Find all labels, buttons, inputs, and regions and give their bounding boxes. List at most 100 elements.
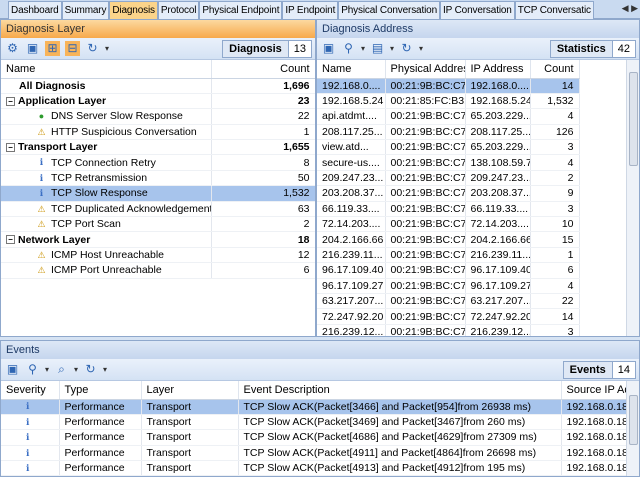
- tree-row[interactable]: ⚠ TCP Port Scan 2: [1, 216, 315, 233]
- event-row[interactable]: ℹ Performance Transport TCP Slow ACK(Packet…: [1, 445, 628, 462]
- vertical-scrollbar[interactable]: [626, 381, 639, 476]
- cell-ip-address: 216.239.11...: [465, 247, 531, 264]
- row-count: 50: [211, 170, 315, 187]
- table-row[interactable]: 66.119.33....00:21:9B:BC:C7...66.119.33.…: [317, 201, 580, 218]
- diagnosis-address-panel: Diagnosis Address ▣ ⚲ ▾ ▤ ▾ ↻ ▾ Statistics 4…: [316, 19, 640, 337]
- settings-icon[interactable]: ⚙: [5, 41, 20, 56]
- tab-tcp-conversatic[interactable]: TCP Conversatic: [514, 1, 594, 19]
- tree-row[interactable]: ⚠ ICMP Host Unreachable 12: [1, 247, 315, 264]
- collapse-toggle-icon[interactable]: −: [6, 235, 15, 245]
- tree-row[interactable]: ℹ TCP Retransmission 50: [1, 170, 315, 187]
- column-header-physical-address[interactable]: Physical Address: [385, 60, 466, 79]
- column-header-count[interactable]: Count: [211, 60, 315, 79]
- tab-ip-conversation[interactable]: IP Conversation: [440, 1, 515, 19]
- tab-physical-endpoint[interactable]: Physical Endpoint: [199, 1, 283, 19]
- table-row[interactable]: 209.247.23...00:21:9B:BC:C7...209.247.23…: [317, 170, 580, 187]
- chevron-down-icon[interactable]: ▾: [103, 365, 107, 374]
- tree-row[interactable]: ● DNS Server Slow Response 22: [1, 108, 315, 125]
- refresh-icon[interactable]: ↻: [399, 41, 414, 56]
- tab-diagnosis[interactable]: Diagnosis: [109, 1, 158, 19]
- tab-summary[interactable]: Summary: [61, 1, 110, 19]
- counter-label: Statistics: [550, 41, 613, 57]
- warning-icon: ⚠: [37, 203, 46, 214]
- expand-icon[interactable]: ⊞: [45, 41, 60, 56]
- tree-cell-name: ℹ TCP Slow Response: [1, 185, 212, 202]
- tab-scroll-arrows[interactable]: ◀ ▶: [622, 3, 638, 14]
- cell-name: 208.117.25...: [317, 124, 386, 141]
- tree-row[interactable]: − Application Layer 23: [1, 93, 315, 110]
- chevron-down-icon[interactable]: ▾: [419, 44, 423, 53]
- table-row[interactable]: 96.17.109.2700:21:9B:BC:C7...96.17.109.2…: [317, 278, 580, 294]
- row-count: 1,655: [211, 139, 315, 156]
- column-header-name[interactable]: Name: [317, 60, 386, 79]
- cell-type: Performance: [59, 445, 142, 462]
- table-row[interactable]: 192.168.0....00:21:9B:BC:C7...192.168.0.…: [317, 78, 580, 94]
- refresh-icon[interactable]: ↻: [83, 362, 98, 377]
- table-row[interactable]: api.atdmt....00:21:9B:BC:C7...65.203.229…: [317, 108, 580, 125]
- export-icon[interactable]: ▣: [321, 41, 336, 56]
- table-row[interactable]: 208.117.25...00:21:9B:BC:C7...208.117.25…: [317, 124, 580, 141]
- column-header-type[interactable]: Type: [59, 381, 142, 400]
- event-row[interactable]: ℹ Performance Transport TCP Slow ACK(Packet…: [1, 429, 628, 446]
- chevron-down-icon[interactable]: ▾: [390, 44, 394, 53]
- table-row[interactable]: 203.208.37...00:21:9B:BC:C7...203.208.37…: [317, 185, 580, 202]
- table-row[interactable]: 72.247.92.2000:21:9B:BC:C7...72.247.92.2…: [317, 308, 580, 325]
- scrollbar-thumb[interactable]: [629, 395, 638, 445]
- chevron-down-icon[interactable]: ▾: [361, 44, 365, 53]
- column-header-count[interactable]: Count: [530, 60, 580, 79]
- tree-row[interactable]: All Diagnosis 1,696: [1, 78, 315, 94]
- export-icon[interactable]: ▣: [25, 41, 40, 56]
- table-row[interactable]: secure-us....00:21:9B:BC:C7...138.108.59…: [317, 154, 580, 171]
- table-row[interactable]: 204.2.166.6600:21:9B:BC:C7...204.2.166.6…: [317, 231, 580, 248]
- table-row[interactable]: 63.217.207...00:21:9B:BC:C7...63.217.207…: [317, 293, 580, 310]
- table-row[interactable]: 192.168.5.2400:21:85:FC:B3:...192.168.5.…: [317, 93, 580, 110]
- columns-icon[interactable]: ▤: [370, 41, 385, 56]
- vertical-scrollbar[interactable]: [626, 60, 639, 336]
- table-row[interactable]: view.atd...00:21:9B:BC:C7...65.203.229..…: [317, 139, 580, 156]
- scrollbar-thumb[interactable]: [629, 72, 638, 166]
- filter-icon[interactable]: ⚲: [25, 362, 40, 377]
- tree-row[interactable]: ℹ TCP Slow Response 1,532: [1, 185, 315, 202]
- chevron-down-icon[interactable]: ▾: [45, 365, 49, 374]
- table-row[interactable]: 96.17.109.4000:21:9B:BC:C7...96.17.109.4…: [317, 262, 580, 279]
- row-count: 12: [211, 247, 315, 264]
- toolbar: ⚙ ▣ ⊞ ⊟ ↻ ▾ Diagnosis 13: [1, 38, 315, 60]
- event-row[interactable]: ℹ Performance Transport TCP Slow ACK(Packet…: [1, 460, 628, 476]
- column-header-layer[interactable]: Layer: [141, 381, 239, 400]
- refresh-icon[interactable]: ↻: [85, 41, 100, 56]
- tree-row[interactable]: ⚠ HTTP Suspicious Conversation 1: [1, 124, 315, 141]
- table-row[interactable]: 216.239.12...00:21:9B:BC:C7...216.239.12…: [317, 324, 580, 336]
- column-header-name[interactable]: Name: [1, 60, 212, 79]
- table-row[interactable]: 72.14.203....00:21:9B:BC:C7...72.14.203.…: [317, 216, 580, 233]
- tree-row[interactable]: − Transport Layer 1,655: [1, 139, 315, 156]
- tree-row[interactable]: ⚠ ICMP Port Unreachable 6: [1, 262, 315, 279]
- cell-ip-address: 204.2.166.66: [465, 231, 531, 248]
- chevron-down-icon[interactable]: ▾: [105, 44, 109, 53]
- tab-ip-endpoint[interactable]: IP Endpoint: [282, 1, 339, 19]
- column-header-ip-address[interactable]: IP Address: [465, 60, 531, 79]
- collapse-toggle-icon[interactable]: −: [6, 142, 15, 152]
- filter-icon[interactable]: ⚲: [341, 41, 356, 56]
- cell-count: 2: [530, 170, 580, 187]
- export-icon[interactable]: ▣: [5, 362, 20, 377]
- tab-physical-conversation[interactable]: Physical Conversation: [338, 1, 440, 19]
- diagnosis-layer-panel: Diagnosis Layer ⚙ ▣ ⊞ ⊟ ↻ ▾ Diagnosis 13 N…: [0, 19, 316, 337]
- collapse-toggle-icon[interactable]: −: [6, 96, 15, 106]
- find-icon[interactable]: ⌕: [54, 362, 69, 377]
- cell-name: 63.217.207...: [317, 293, 386, 310]
- tree-row[interactable]: ℹ TCP Connection Retry 8: [1, 154, 315, 171]
- event-row[interactable]: ℹ Performance Transport TCP Slow ACK(Packet…: [1, 414, 628, 431]
- collapse-icon[interactable]: ⊟: [65, 41, 80, 56]
- tree-row[interactable]: − Network Layer 18: [1, 231, 315, 248]
- column-header-severity[interactable]: Severity: [1, 381, 60, 400]
- table-row[interactable]: 216.239.11...00:21:9B:BC:C7...216.239.11…: [317, 247, 580, 264]
- column-header-source-ip-addr[interactable]: Source IP Addr: [561, 381, 628, 400]
- tree-row[interactable]: ⚠ TCP Duplicated Acknowledgement 63: [1, 201, 315, 218]
- column-header-event-description[interactable]: Event Description: [238, 381, 562, 400]
- cell-ip-address: 192.168.5.24: [465, 93, 531, 110]
- tab-protocol[interactable]: Protocol: [157, 1, 200, 19]
- tab-dashboard[interactable]: Dashboard: [8, 1, 62, 19]
- cell-ip-address: 65.203.229...: [465, 108, 531, 125]
- chevron-down-icon[interactable]: ▾: [74, 365, 78, 374]
- event-row[interactable]: ℹ Performance Transport TCP Slow ACK(Packet…: [1, 399, 628, 415]
